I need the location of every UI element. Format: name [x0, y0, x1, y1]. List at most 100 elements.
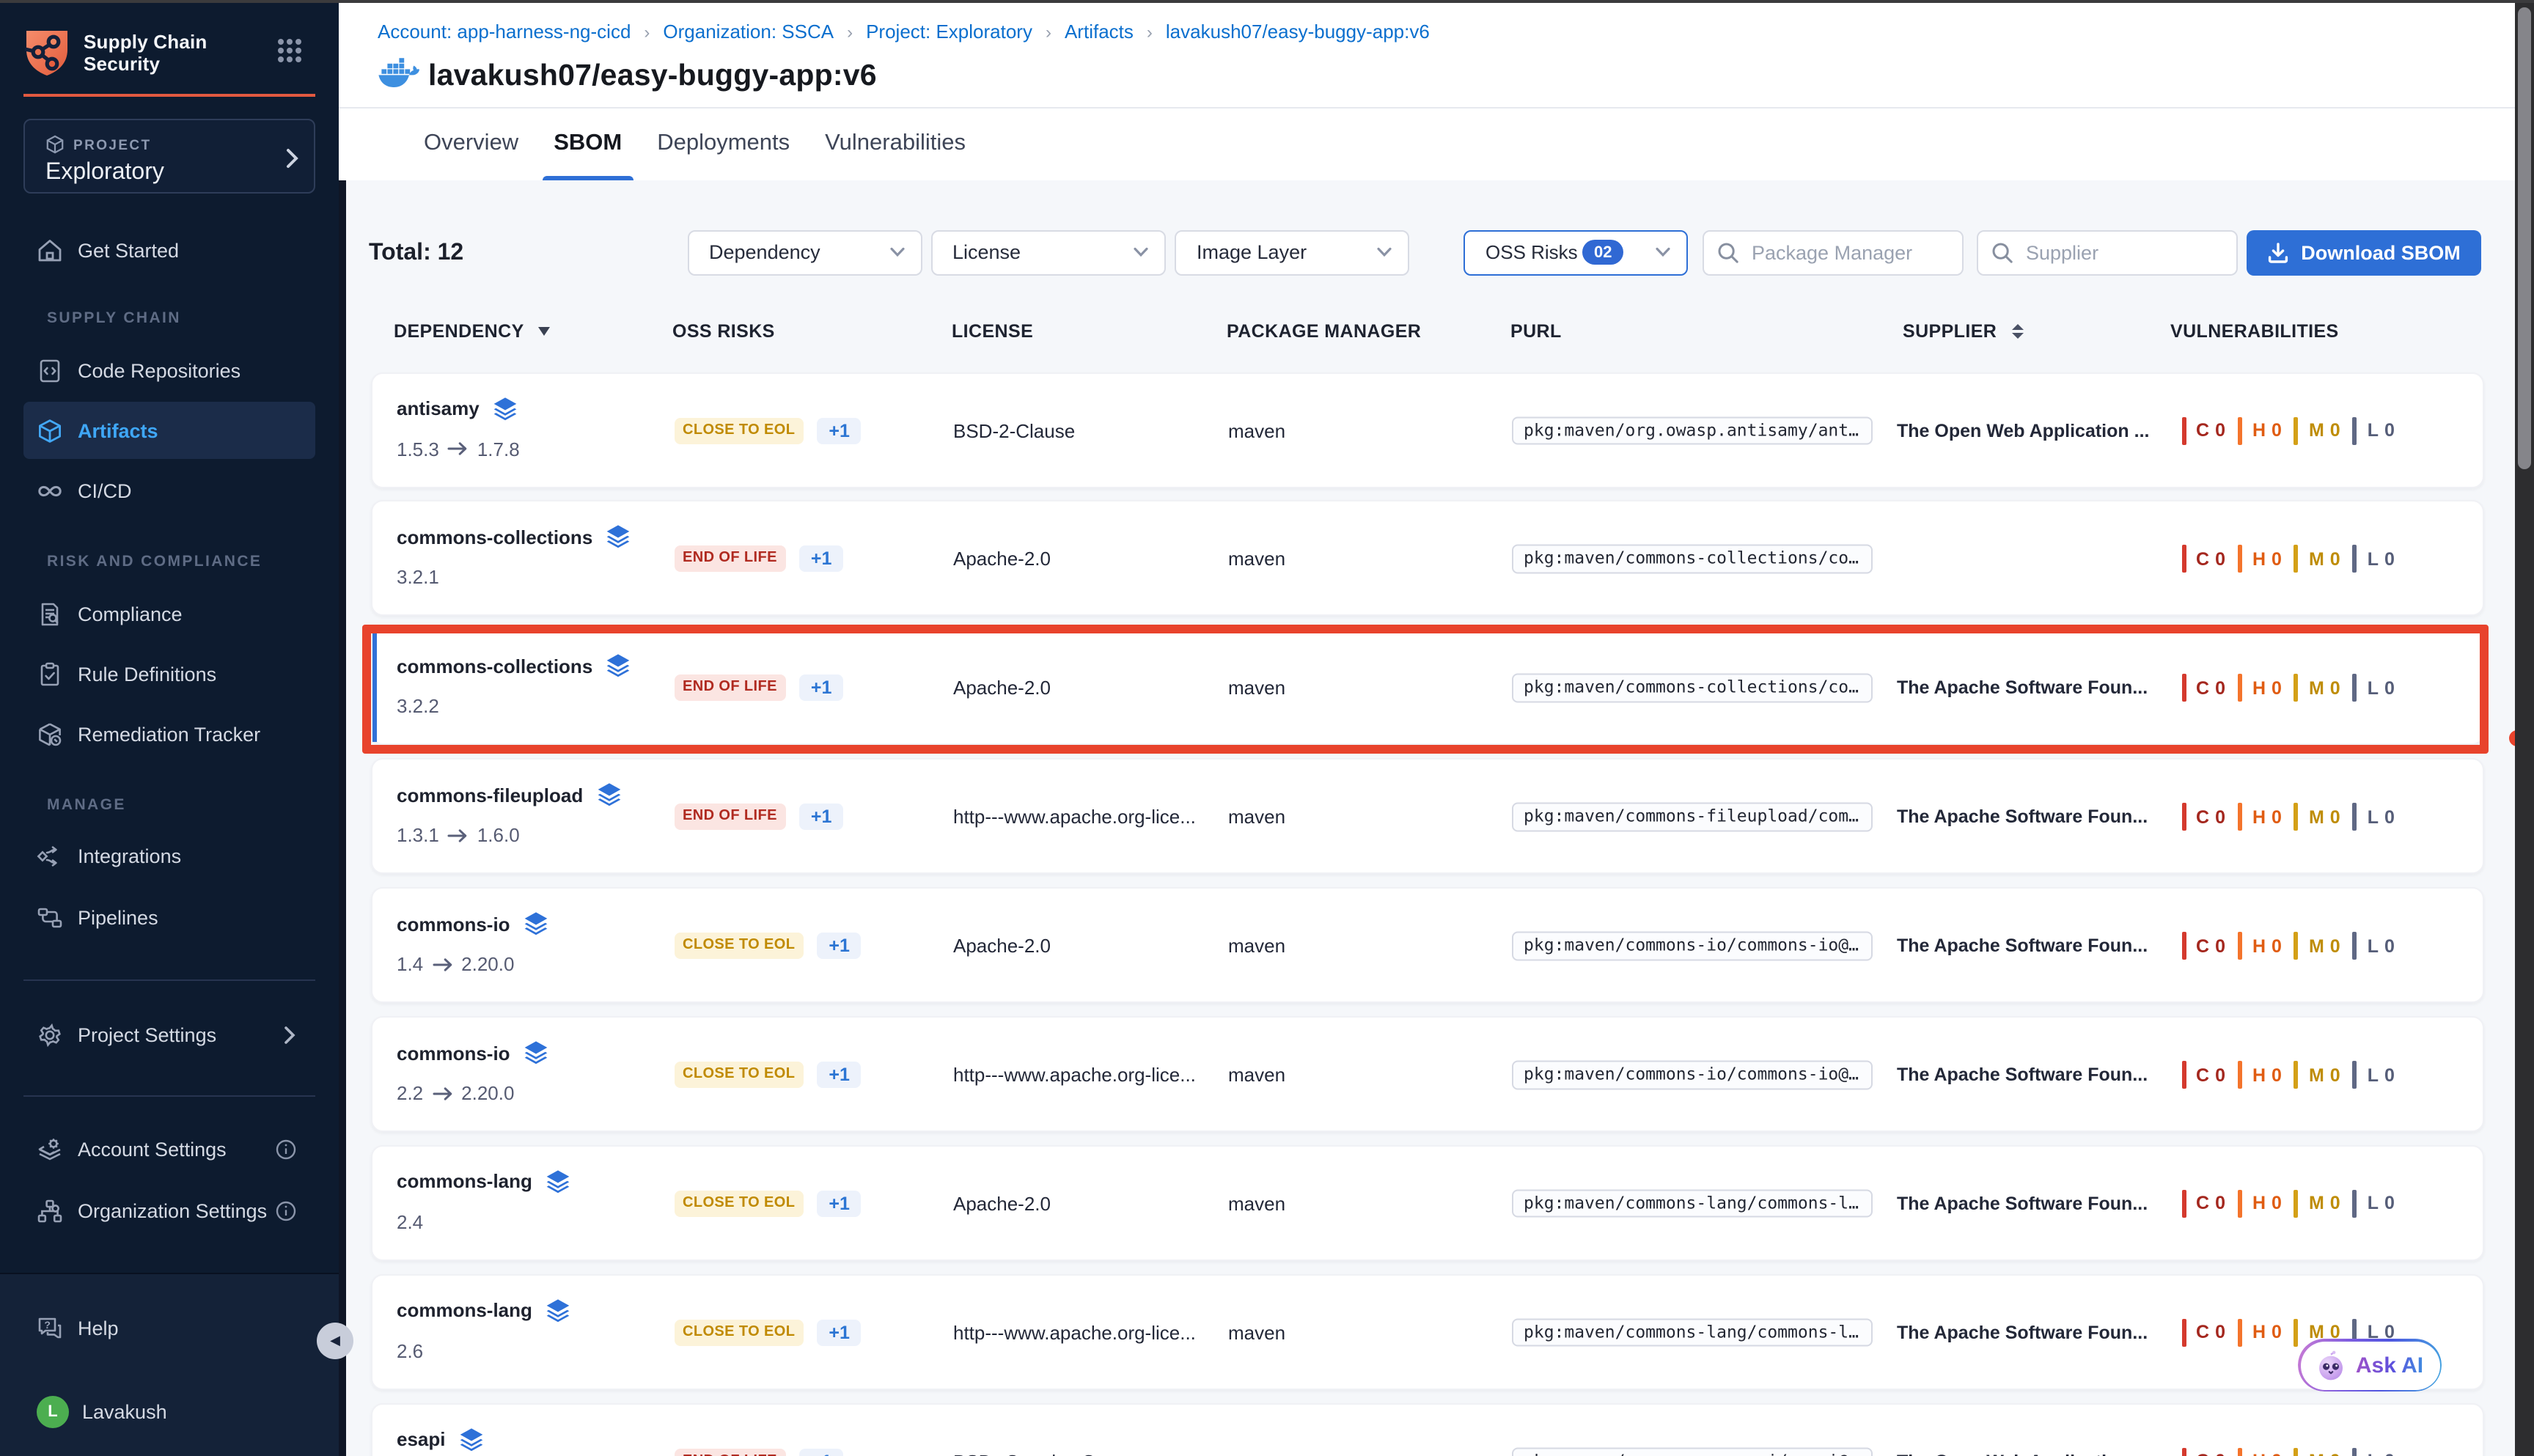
ai-robot-icon [2316, 1350, 2347, 1380]
vulnerabilities-cell: C0 H0 M0 L0 [2181, 1061, 2407, 1089]
table-row[interactable]: commons-io 1.4 2.20.0 CLOSE TO EOL +1 Ap… [371, 887, 2484, 1003]
dependency-version: 1.4 2.20.0 [397, 953, 514, 975]
project-selector[interactable]: PROJECT Exploratory [23, 119, 315, 194]
image-layers-icon[interactable] [524, 912, 548, 935]
high-count: H0 [2238, 1319, 2282, 1347]
low-bar-icon [2353, 1447, 2357, 1456]
sidebar-collapse-handle[interactable]: ◀ [317, 1323, 353, 1359]
license-cell: http---www.apache.org-lice... [953, 806, 1196, 828]
sidebar-item-integrations[interactable]: Integrations [23, 827, 315, 884]
account-settings-info-icon[interactable] [276, 1139, 296, 1159]
cicd-infinity-icon [37, 477, 63, 504]
app-grid-icon[interactable] [277, 38, 302, 63]
image-layers-icon[interactable] [459, 1427, 484, 1451]
risk-more-badge[interactable]: +1 [817, 417, 862, 444]
oss-risks-cell: CLOSE TO EOL +1 [674, 417, 862, 444]
artifacts-icon [37, 417, 63, 444]
sidebar-item-organization-settings[interactable]: Organization Settings [23, 1182, 315, 1239]
table-row[interactable]: commons-collections 3.2.1 END OF LIFE +1… [371, 501, 2484, 617]
table-row[interactable]: commons-lang 2.4 CLOSE TO EOL +1 Apache-… [371, 1145, 2484, 1261]
ask-ai-button[interactable]: Ask AI [2298, 1339, 2442, 1391]
purl-cell[interactable]: pkg:maven/org.owasp.antisamy/ant… [1512, 416, 1873, 445]
sidebar-user[interactable]: L Lavakush [23, 1383, 315, 1440]
purl-cell[interactable]: pkg:maven/commons-io/commons-io@… [1512, 932, 1873, 960]
table-row[interactable]: commons-lang 2.6 CLOSE TO EOL +1 http---… [371, 1274, 2484, 1390]
high-count: H0 [2238, 416, 2282, 444]
image-layers-icon[interactable] [546, 1170, 570, 1194]
project-cube-icon [45, 135, 65, 154]
supply-chain-security-logo-icon [23, 28, 70, 76]
scrollbar-track[interactable] [2515, 0, 2534, 1456]
risk-badge[interactable]: CLOSE TO EOL [674, 1320, 804, 1346]
sidebar-item-rule-definitions[interactable]: Rule Definitions [23, 645, 315, 702]
purl-cell[interactable]: pkg:maven/org.owasp.esapi/esapi@… [1512, 1447, 1873, 1456]
table-row[interactable]: commons-io 2.2 2.20.0 CLOSE TO EOL +1 ht… [371, 1016, 2484, 1132]
risk-more-badge[interactable]: +1 [817, 1320, 862, 1346]
risk-more-badge[interactable]: +1 [799, 1448, 844, 1456]
critical-count: C0 [2181, 1447, 2225, 1456]
sidebar-item-artifacts[interactable]: Artifacts [23, 402, 315, 459]
risk-badge[interactable]: CLOSE TO EOL [674, 417, 804, 444]
scrollbar-thumb[interactable] [2518, 7, 2531, 469]
high-bar-icon [2238, 416, 2242, 444]
integrations-icon [37, 842, 63, 869]
image-layers-icon[interactable] [596, 783, 621, 806]
vulnerabilities-cell: C0 H0 M0 L0 [2181, 545, 2407, 573]
image-layers-icon[interactable] [493, 397, 518, 420]
medium-bar-icon [2294, 416, 2299, 444]
risk-more-badge[interactable]: +1 [799, 804, 844, 830]
high-bar-icon [2238, 803, 2242, 831]
table-row[interactable]: antisamy 1.5.3 1.7.8 CLOSE TO EOL +1 BSD… [371, 372, 2484, 488]
license-cell: http---www.apache.org-lice... [953, 1064, 1196, 1086]
purl-cell[interactable]: pkg:maven/commons-io/commons-io@… [1512, 1061, 1873, 1089]
risk-more-badge[interactable]: +1 [817, 1191, 862, 1217]
risk-badge[interactable]: CLOSE TO EOL [674, 1062, 804, 1088]
high-bar-icon [2238, 1447, 2242, 1456]
supplier-cell: The Apache Software Foun... [1897, 806, 2148, 827]
risk-more-badge[interactable]: +1 [799, 546, 844, 573]
sidebar-item-pipelines[interactable]: Pipelines [23, 889, 315, 946]
sidebar-item-compliance[interactable]: Compliance [23, 585, 315, 642]
sidebar-item-remediation-tracker[interactable]: Remediation Tracker [23, 705, 315, 762]
dependency-name: esapi [397, 1427, 484, 1451]
package-manager-cell: maven [1228, 1450, 1285, 1456]
sidebar-item-account-settings[interactable]: Account Settings [23, 1120, 315, 1177]
high-count: H0 [2238, 545, 2282, 573]
purl-cell[interactable]: pkg:maven/commons-collections/co… [1512, 545, 1873, 573]
sidebar-item-code-repositories[interactable]: Code Repositories [23, 342, 315, 399]
purl-cell[interactable]: pkg:maven/commons-fileupload/com… [1512, 803, 1873, 831]
sidebar-item-get-started[interactable]: Get Started [23, 221, 315, 279]
table-row[interactable]: commons-fileupload 1.3.1 1.6.0 END OF LI… [371, 758, 2484, 874]
sidebar-item-cicd[interactable]: CI/CD [23, 462, 315, 519]
user-avatar: L [37, 1395, 69, 1427]
package-manager-cell: maven [1228, 1322, 1285, 1344]
medium-count: M0 [2294, 1190, 2340, 1218]
risk-more-badge[interactable]: +1 [817, 933, 862, 959]
sidebar: Supply Chain Security PROJECT Explorator… [0, 0, 339, 1456]
image-layers-icon[interactable] [606, 526, 631, 549]
sidebar-item-project-settings[interactable]: Project Settings [23, 1006, 315, 1063]
critical-count: C0 [2181, 803, 2225, 831]
low-count: L0 [2353, 1447, 2395, 1456]
critical-bar-icon [2181, 1447, 2186, 1456]
oss-risks-cell: CLOSE TO EOL +1 [674, 1062, 862, 1088]
risk-badge[interactable]: CLOSE TO EOL [674, 933, 804, 959]
risk-badge[interactable]: END OF LIFE [674, 1448, 786, 1456]
table-row[interactable]: esapi END OF LIFE +1 BSD--Creative Commo… [371, 1402, 2484, 1456]
image-layers-icon[interactable] [546, 1299, 570, 1323]
organization-settings-info-icon[interactable] [276, 1200, 296, 1221]
supplier-cell: The Apache Software Foun... [1897, 1065, 2148, 1085]
sidebar-item-help[interactable]: ? Help [23, 1299, 315, 1356]
critical-count: C0 [2181, 1061, 2225, 1089]
high-count: H0 [2238, 1061, 2282, 1089]
risk-badge[interactable]: CLOSE TO EOL [674, 1191, 804, 1217]
oss-risks-cell: END OF LIFE +1 [674, 1448, 843, 1456]
risk-badge[interactable]: END OF LIFE [674, 546, 786, 573]
image-layers-icon[interactable] [524, 1041, 548, 1065]
risk-badge[interactable]: END OF LIFE [674, 804, 786, 830]
vulnerabilities-cell: C0 H0 M0 L0 [2181, 1447, 2407, 1456]
purl-cell[interactable]: pkg:maven/commons-lang/commons-l… [1512, 1318, 1873, 1347]
purl-cell[interactable]: pkg:maven/commons-lang/commons-l… [1512, 1189, 1873, 1218]
remediation-tracker-icon [37, 721, 63, 747]
risk-more-badge[interactable]: +1 [817, 1062, 862, 1088]
